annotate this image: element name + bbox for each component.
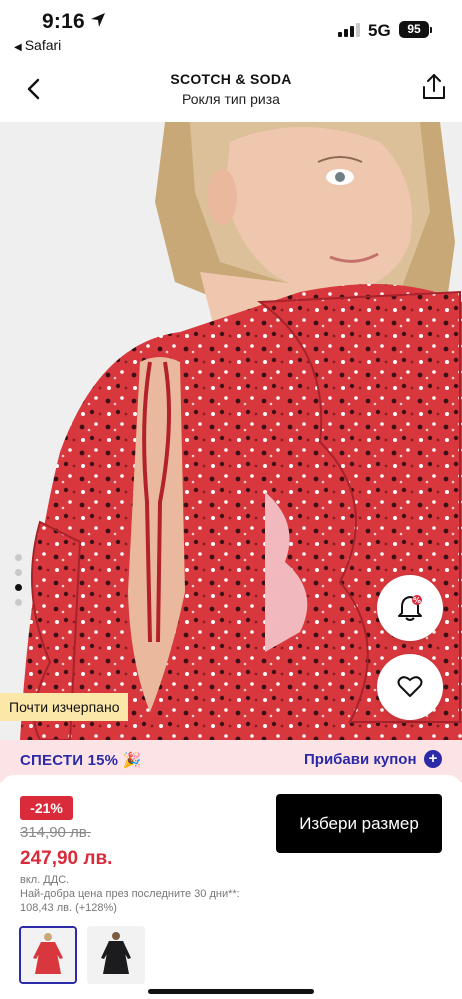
gallery-dot-active[interactable] <box>15 584 22 591</box>
add-coupon-link[interactable]: Прибави купон <box>304 751 417 768</box>
select-size-button[interactable]: Избери размер <box>276 794 442 853</box>
gallery-dot[interactable] <box>15 554 22 561</box>
gallery-dot[interactable] <box>15 569 22 576</box>
bell-alert-icon: % <box>398 595 422 621</box>
battery-cap <box>430 27 432 33</box>
signal-icon <box>338 23 362 37</box>
share-icon[interactable] <box>420 72 448 102</box>
status-bar: 9:16 ◀ Safari 5G 95 <box>0 0 462 56</box>
back-app-label: Safari <box>24 37 62 53</box>
black-dress-thumbnail <box>87 926 145 984</box>
vat-note: вкл. ДДС. <box>20 874 70 886</box>
sale-price: 247,90 лв. <box>20 848 113 869</box>
price-alert-button[interactable]: % <box>377 575 443 641</box>
party-popper-icon: 🎉 <box>122 752 142 769</box>
product-title: Рокля тип риза <box>182 91 280 107</box>
promo-text: СПЕСТИ 15% <box>20 752 119 769</box>
wishlist-button[interactable] <box>377 654 443 720</box>
heart-icon <box>397 676 423 697</box>
back-to-app-link[interactable]: ◀ Safari <box>14 37 61 53</box>
location-arrow-icon <box>91 13 105 27</box>
original-price: 314,90 лв. <box>20 824 91 841</box>
brand-name: SCOTCH & SODA <box>170 71 292 87</box>
status-time: 9:16 <box>42 10 85 33</box>
red-dress-thumbnail <box>21 928 75 982</box>
best-price-note: Най-добра цена през последните 30 дни**:… <box>20 888 240 914</box>
nav-header: SCOTCH & SODA Рокля тип риза <box>0 56 462 122</box>
svg-text:%: % <box>413 596 421 605</box>
product-photo <box>0 122 462 740</box>
gallery-pagination <box>15 554 25 614</box>
promo-label: СПЕСТИ 15% 🎉 <box>20 751 141 769</box>
back-triangle-icon: ◀ <box>14 42 22 53</box>
gallery-dot[interactable] <box>15 599 22 606</box>
color-variant-red[interactable] <box>19 926 77 984</box>
low-stock-badge: Почти изчерпано <box>0 693 129 721</box>
discount-badge: -21% <box>20 796 73 820</box>
home-indicator[interactable] <box>148 989 314 994</box>
product-gallery[interactable] <box>0 122 462 740</box>
network-type: 5G <box>368 21 391 40</box>
plus-icon[interactable]: + <box>424 750 442 768</box>
color-variant-black[interactable] <box>87 926 145 984</box>
battery-icon: 95 <box>399 21 429 38</box>
